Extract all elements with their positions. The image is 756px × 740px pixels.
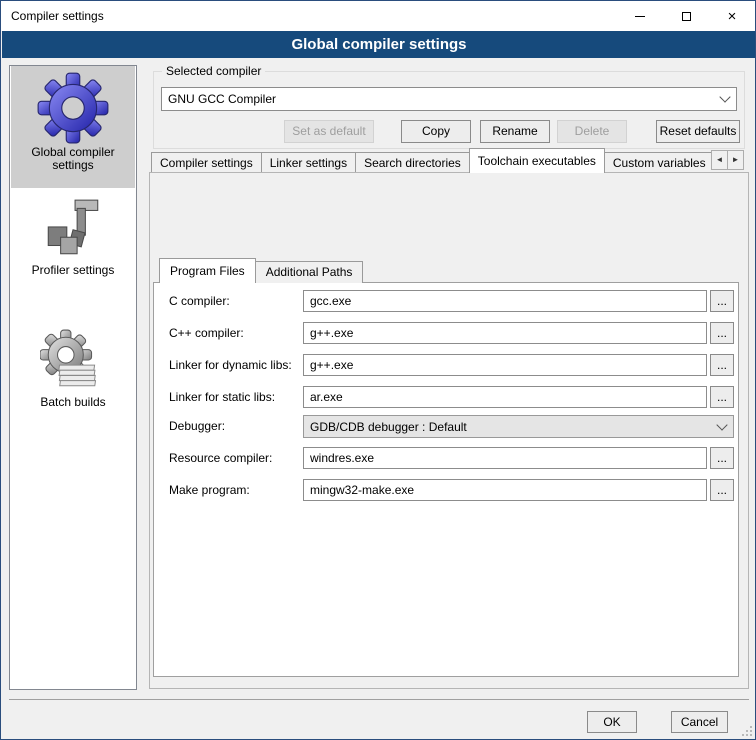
tab-scroll-left-button[interactable]: ◄: [711, 150, 728, 170]
subtab-additional-paths[interactable]: Additional Paths: [255, 261, 364, 283]
resize-grip-icon[interactable]: [742, 726, 752, 736]
tab-search-directories[interactable]: Search directories: [355, 152, 470, 173]
window-title: Compiler settings: [11, 1, 104, 31]
caliper-icon: [40, 196, 106, 262]
chevron-down-icon: [719, 91, 730, 102]
cpp-compiler-input[interactable]: g++.exe: [303, 322, 707, 344]
resource-compiler-input[interactable]: windres.exe: [303, 447, 707, 469]
main-tabstrip: Compiler settings Linker settings Search…: [151, 148, 711, 173]
close-icon: ×: [728, 9, 737, 24]
c-compiler-input[interactable]: gcc.exe: [303, 290, 707, 312]
rename-button[interactable]: Rename: [480, 120, 550, 143]
make-program-input[interactable]: mingw32-make.exe: [303, 479, 707, 501]
cancel-button[interactable]: Cancel: [671, 711, 728, 733]
linker-static-label: Linker for static libs:: [169, 386, 275, 408]
tab-toolchain-executables[interactable]: Toolchain executables: [469, 148, 605, 173]
compiler-dropdown[interactable]: GNU GCC Compiler: [161, 87, 737, 111]
sidebar-item-label: Batch builds: [11, 396, 135, 409]
batch-gear-icon: [40, 328, 106, 394]
titlebar: Compiler settings ×: [1, 1, 755, 31]
resource-compiler-browse-button[interactable]: ...: [710, 447, 734, 469]
tab-compiler-settings[interactable]: Compiler settings: [151, 152, 262, 173]
linker-static-input[interactable]: ar.exe: [303, 386, 707, 408]
ok-button[interactable]: OK: [587, 711, 637, 733]
make-program-label: Make program:: [169, 479, 250, 501]
sidebar-item-label: Profiler settings: [11, 264, 135, 277]
cpp-compiler-label: C++ compiler:: [169, 322, 244, 344]
delete-button[interactable]: Delete: [557, 120, 627, 143]
cpp-compiler-browse-button[interactable]: ...: [710, 322, 734, 344]
arrow-left-icon: ◄: [716, 155, 724, 164]
close-button[interactable]: ×: [709, 1, 755, 31]
linker-dynamic-input[interactable]: g++.exe: [303, 354, 707, 376]
c-compiler-label: C compiler:: [169, 290, 230, 312]
minimize-button[interactable]: [617, 1, 663, 31]
arrow-right-icon: ►: [732, 155, 740, 164]
linker-dynamic-label: Linker for dynamic libs:: [169, 354, 292, 376]
reset-defaults-button[interactable]: Reset defaults: [656, 120, 740, 143]
subtab-program-files[interactable]: Program Files: [159, 258, 256, 283]
linker-static-browse-button[interactable]: ...: [710, 386, 734, 408]
tab-scroll-buttons: ◄ ►: [712, 150, 744, 170]
gear-icon: [37, 72, 109, 144]
sidebar-item-global-compiler-settings[interactable]: Global compiler settings: [11, 66, 135, 188]
sidebar-item-profiler-settings[interactable]: Profiler settings: [11, 190, 135, 296]
sidebar: Global compiler settings Profiler settin…: [9, 65, 137, 690]
copy-button[interactable]: Copy: [401, 120, 471, 143]
c-compiler-browse-button[interactable]: ...: [710, 290, 734, 312]
page-title: Global compiler settings: [2, 31, 756, 58]
debugger-label: Debugger:: [169, 415, 225, 437]
compiler-settings-dialog: Compiler settings × Global compiler sett…: [0, 0, 756, 740]
footer-divider: [9, 699, 749, 700]
maximize-button[interactable]: [663, 1, 709, 31]
sidebar-item-label: Global compiler settings: [11, 146, 135, 172]
make-program-browse-button[interactable]: ...: [710, 479, 734, 501]
compiler-dropdown-value: GNU GCC Compiler: [168, 92, 276, 106]
resource-compiler-label: Resource compiler:: [169, 447, 272, 469]
debugger-dropdown[interactable]: GDB/CDB debugger : Default: [303, 415, 734, 438]
minimize-icon: [635, 16, 645, 17]
chevron-down-icon: [716, 419, 727, 430]
debugger-dropdown-value: GDB/CDB debugger : Default: [310, 420, 467, 434]
tab-linker-settings[interactable]: Linker settings: [261, 152, 356, 173]
caption-buttons: ×: [617, 1, 755, 31]
linker-dynamic-browse-button[interactable]: ...: [710, 354, 734, 376]
tab-scroll-right-button[interactable]: ►: [727, 150, 744, 170]
selected-compiler-legend: Selected compiler: [162, 64, 265, 78]
set-as-default-button[interactable]: Set as default: [284, 120, 374, 143]
sidebar-item-batch-builds[interactable]: Batch builds: [11, 322, 135, 418]
maximize-icon: [682, 12, 691, 21]
tab-custom-variables[interactable]: Custom variables: [604, 152, 711, 173]
sub-tabstrip: Program Files Additional Paths: [159, 258, 362, 283]
